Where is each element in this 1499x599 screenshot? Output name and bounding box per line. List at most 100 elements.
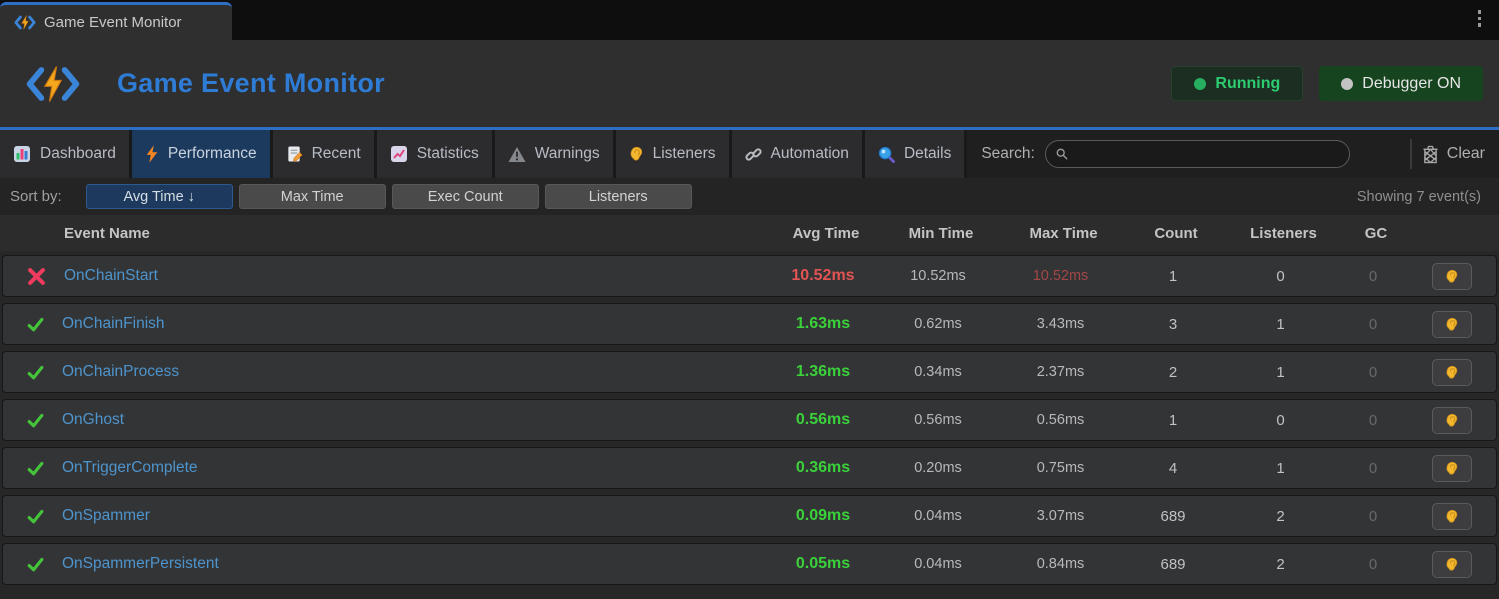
ear-icon bbox=[1445, 460, 1459, 477]
view-listeners-button[interactable] bbox=[1432, 551, 1472, 578]
max-time-cell: 3.43ms bbox=[998, 316, 1123, 332]
max-time-cell: 0.56ms bbox=[998, 412, 1123, 428]
gc-cell: 0 bbox=[1338, 412, 1408, 429]
running-label: Running bbox=[1215, 75, 1280, 93]
search-zone: Search: bbox=[967, 130, 1405, 178]
tab-statistics[interactable]: Statistics bbox=[377, 130, 495, 178]
gc-cell: 0 bbox=[1338, 556, 1408, 573]
view-listeners-button[interactable] bbox=[1432, 407, 1472, 434]
title-bar: Game Event Monitor bbox=[0, 0, 1499, 40]
debugger-status-badge[interactable]: Debugger ON bbox=[1319, 66, 1483, 101]
clear-button[interactable]: Clear bbox=[1416, 130, 1499, 178]
listeners-cell: 1 bbox=[1223, 316, 1338, 333]
tab-label: Statistics bbox=[417, 145, 479, 163]
column-min-time: Min Time bbox=[881, 225, 1001, 242]
ear-icon bbox=[1445, 412, 1459, 429]
gc-cell: 0 bbox=[1338, 508, 1408, 525]
tab-warnings[interactable]: Warnings bbox=[495, 130, 616, 178]
tab-bar: Dashboard Performance Recent Statis bbox=[0, 130, 1499, 178]
column-max-time: Max Time bbox=[1001, 225, 1126, 242]
success-icon bbox=[26, 555, 45, 574]
event-name: OnTriggerComplete bbox=[62, 459, 198, 477]
max-time-cell: 0.84ms bbox=[998, 556, 1123, 572]
column-count: Count bbox=[1126, 225, 1226, 242]
tab-label: Details bbox=[904, 145, 951, 163]
gc-cell: 0 bbox=[1338, 316, 1408, 333]
table-row[interactable]: OnTriggerComplete 0.36ms 0.20ms 0.75ms 4… bbox=[2, 447, 1497, 489]
tab-automation[interactable]: Automation bbox=[732, 130, 865, 178]
view-listeners-button[interactable] bbox=[1432, 311, 1472, 338]
listeners-cell: 1 bbox=[1223, 460, 1338, 477]
listeners-cell: 1 bbox=[1223, 364, 1338, 381]
count-cell: 4 bbox=[1123, 460, 1223, 477]
sort-by-label: Sort by: bbox=[10, 188, 62, 205]
sort-bar: Sort by: Avg Time ↓ Max Time Exec Count … bbox=[0, 178, 1499, 215]
event-name: OnSpammer bbox=[62, 507, 150, 525]
tab-label: Warnings bbox=[535, 145, 600, 163]
gc-cell: 0 bbox=[1338, 364, 1408, 381]
debugger-dot-icon bbox=[1341, 78, 1353, 90]
view-listeners-button[interactable] bbox=[1432, 359, 1472, 386]
error-icon bbox=[26, 266, 47, 287]
event-name: OnChainProcess bbox=[62, 363, 179, 381]
window-tab[interactable]: Game Event Monitor bbox=[0, 2, 232, 40]
magnifier-icon bbox=[878, 146, 895, 163]
table-row[interactable]: OnChainFinish 1.63ms 0.62ms 3.43ms 3 1 0 bbox=[2, 303, 1497, 345]
sort-exec-count-button[interactable]: Exec Count bbox=[392, 184, 539, 209]
ear-icon bbox=[1445, 364, 1459, 381]
max-time-cell: 0.75ms bbox=[998, 460, 1123, 476]
tab-recent[interactable]: Recent bbox=[273, 130, 377, 178]
window-menu-icon[interactable] bbox=[1478, 10, 1482, 27]
avg-time-cell: 1.36ms bbox=[768, 363, 878, 381]
app-header: Game Event Monitor Running Debugger ON bbox=[0, 40, 1499, 127]
min-time-cell: 0.20ms bbox=[878, 460, 998, 476]
event-name: OnSpammerPersistent bbox=[62, 555, 219, 573]
table-row[interactable]: OnGhost 0.56ms 0.56ms 0.56ms 1 0 0 bbox=[2, 399, 1497, 441]
tab-performance[interactable]: Performance bbox=[132, 130, 273, 178]
sort-max-time-button[interactable]: Max Time bbox=[239, 184, 386, 209]
sort-avg-time-button[interactable]: Avg Time ↓ bbox=[86, 184, 233, 209]
search-input[interactable] bbox=[1074, 146, 1339, 162]
min-time-cell: 0.62ms bbox=[878, 316, 998, 332]
ear-icon bbox=[1445, 556, 1459, 573]
tab-label: Recent bbox=[312, 145, 361, 163]
avg-time-cell: 10.52ms bbox=[768, 267, 878, 285]
avg-time-cell: 0.05ms bbox=[768, 555, 878, 573]
count-cell: 2 bbox=[1123, 364, 1223, 381]
column-event-name: Event Name bbox=[0, 225, 771, 242]
min-time-cell: 10.52ms bbox=[878, 268, 998, 284]
tab-details[interactable]: Details bbox=[865, 130, 967, 178]
avg-time-cell: 0.09ms bbox=[768, 507, 878, 525]
trash-icon bbox=[1422, 145, 1439, 164]
event-table: OnChainStart 10.52ms 10.52ms 10.52ms 1 0… bbox=[0, 251, 1499, 585]
sort-listeners-button[interactable]: Listeners bbox=[545, 184, 692, 209]
listeners-cell: 0 bbox=[1223, 268, 1338, 285]
success-icon bbox=[26, 315, 45, 334]
gc-cell: 0 bbox=[1338, 460, 1408, 477]
table-row[interactable]: OnSpammerPersistent 0.05ms 0.04ms 0.84ms… bbox=[2, 543, 1497, 585]
min-time-cell: 0.56ms bbox=[878, 412, 998, 428]
success-icon bbox=[26, 363, 45, 382]
view-listeners-button[interactable] bbox=[1432, 263, 1472, 290]
success-icon bbox=[26, 459, 45, 478]
avg-time-cell: 0.56ms bbox=[768, 411, 878, 429]
table-row[interactable]: OnSpammer 0.09ms 0.04ms 3.07ms 689 2 0 bbox=[2, 495, 1497, 537]
link-icon bbox=[745, 146, 762, 163]
min-time-cell: 0.34ms bbox=[878, 364, 998, 380]
search-box bbox=[1045, 140, 1350, 168]
success-icon bbox=[26, 411, 45, 430]
view-listeners-button[interactable] bbox=[1432, 503, 1472, 530]
ear-icon bbox=[1445, 268, 1459, 285]
listeners-cell: 0 bbox=[1223, 412, 1338, 429]
tab-listeners[interactable]: Listeners bbox=[616, 130, 732, 178]
view-listeners-button[interactable] bbox=[1432, 455, 1472, 482]
column-gc: GC bbox=[1341, 225, 1411, 242]
count-cell: 1 bbox=[1123, 412, 1223, 429]
tab-label: Performance bbox=[168, 145, 257, 163]
min-time-cell: 0.04ms bbox=[878, 556, 998, 572]
tab-dashboard[interactable]: Dashboard bbox=[0, 130, 132, 178]
running-status-badge: Running bbox=[1171, 66, 1303, 101]
table-row[interactable]: OnChainStart 10.52ms 10.52ms 10.52ms 1 0… bbox=[2, 255, 1497, 297]
avg-time-cell: 1.63ms bbox=[768, 315, 878, 333]
table-row[interactable]: OnChainProcess 1.36ms 0.34ms 2.37ms 2 1 … bbox=[2, 351, 1497, 393]
